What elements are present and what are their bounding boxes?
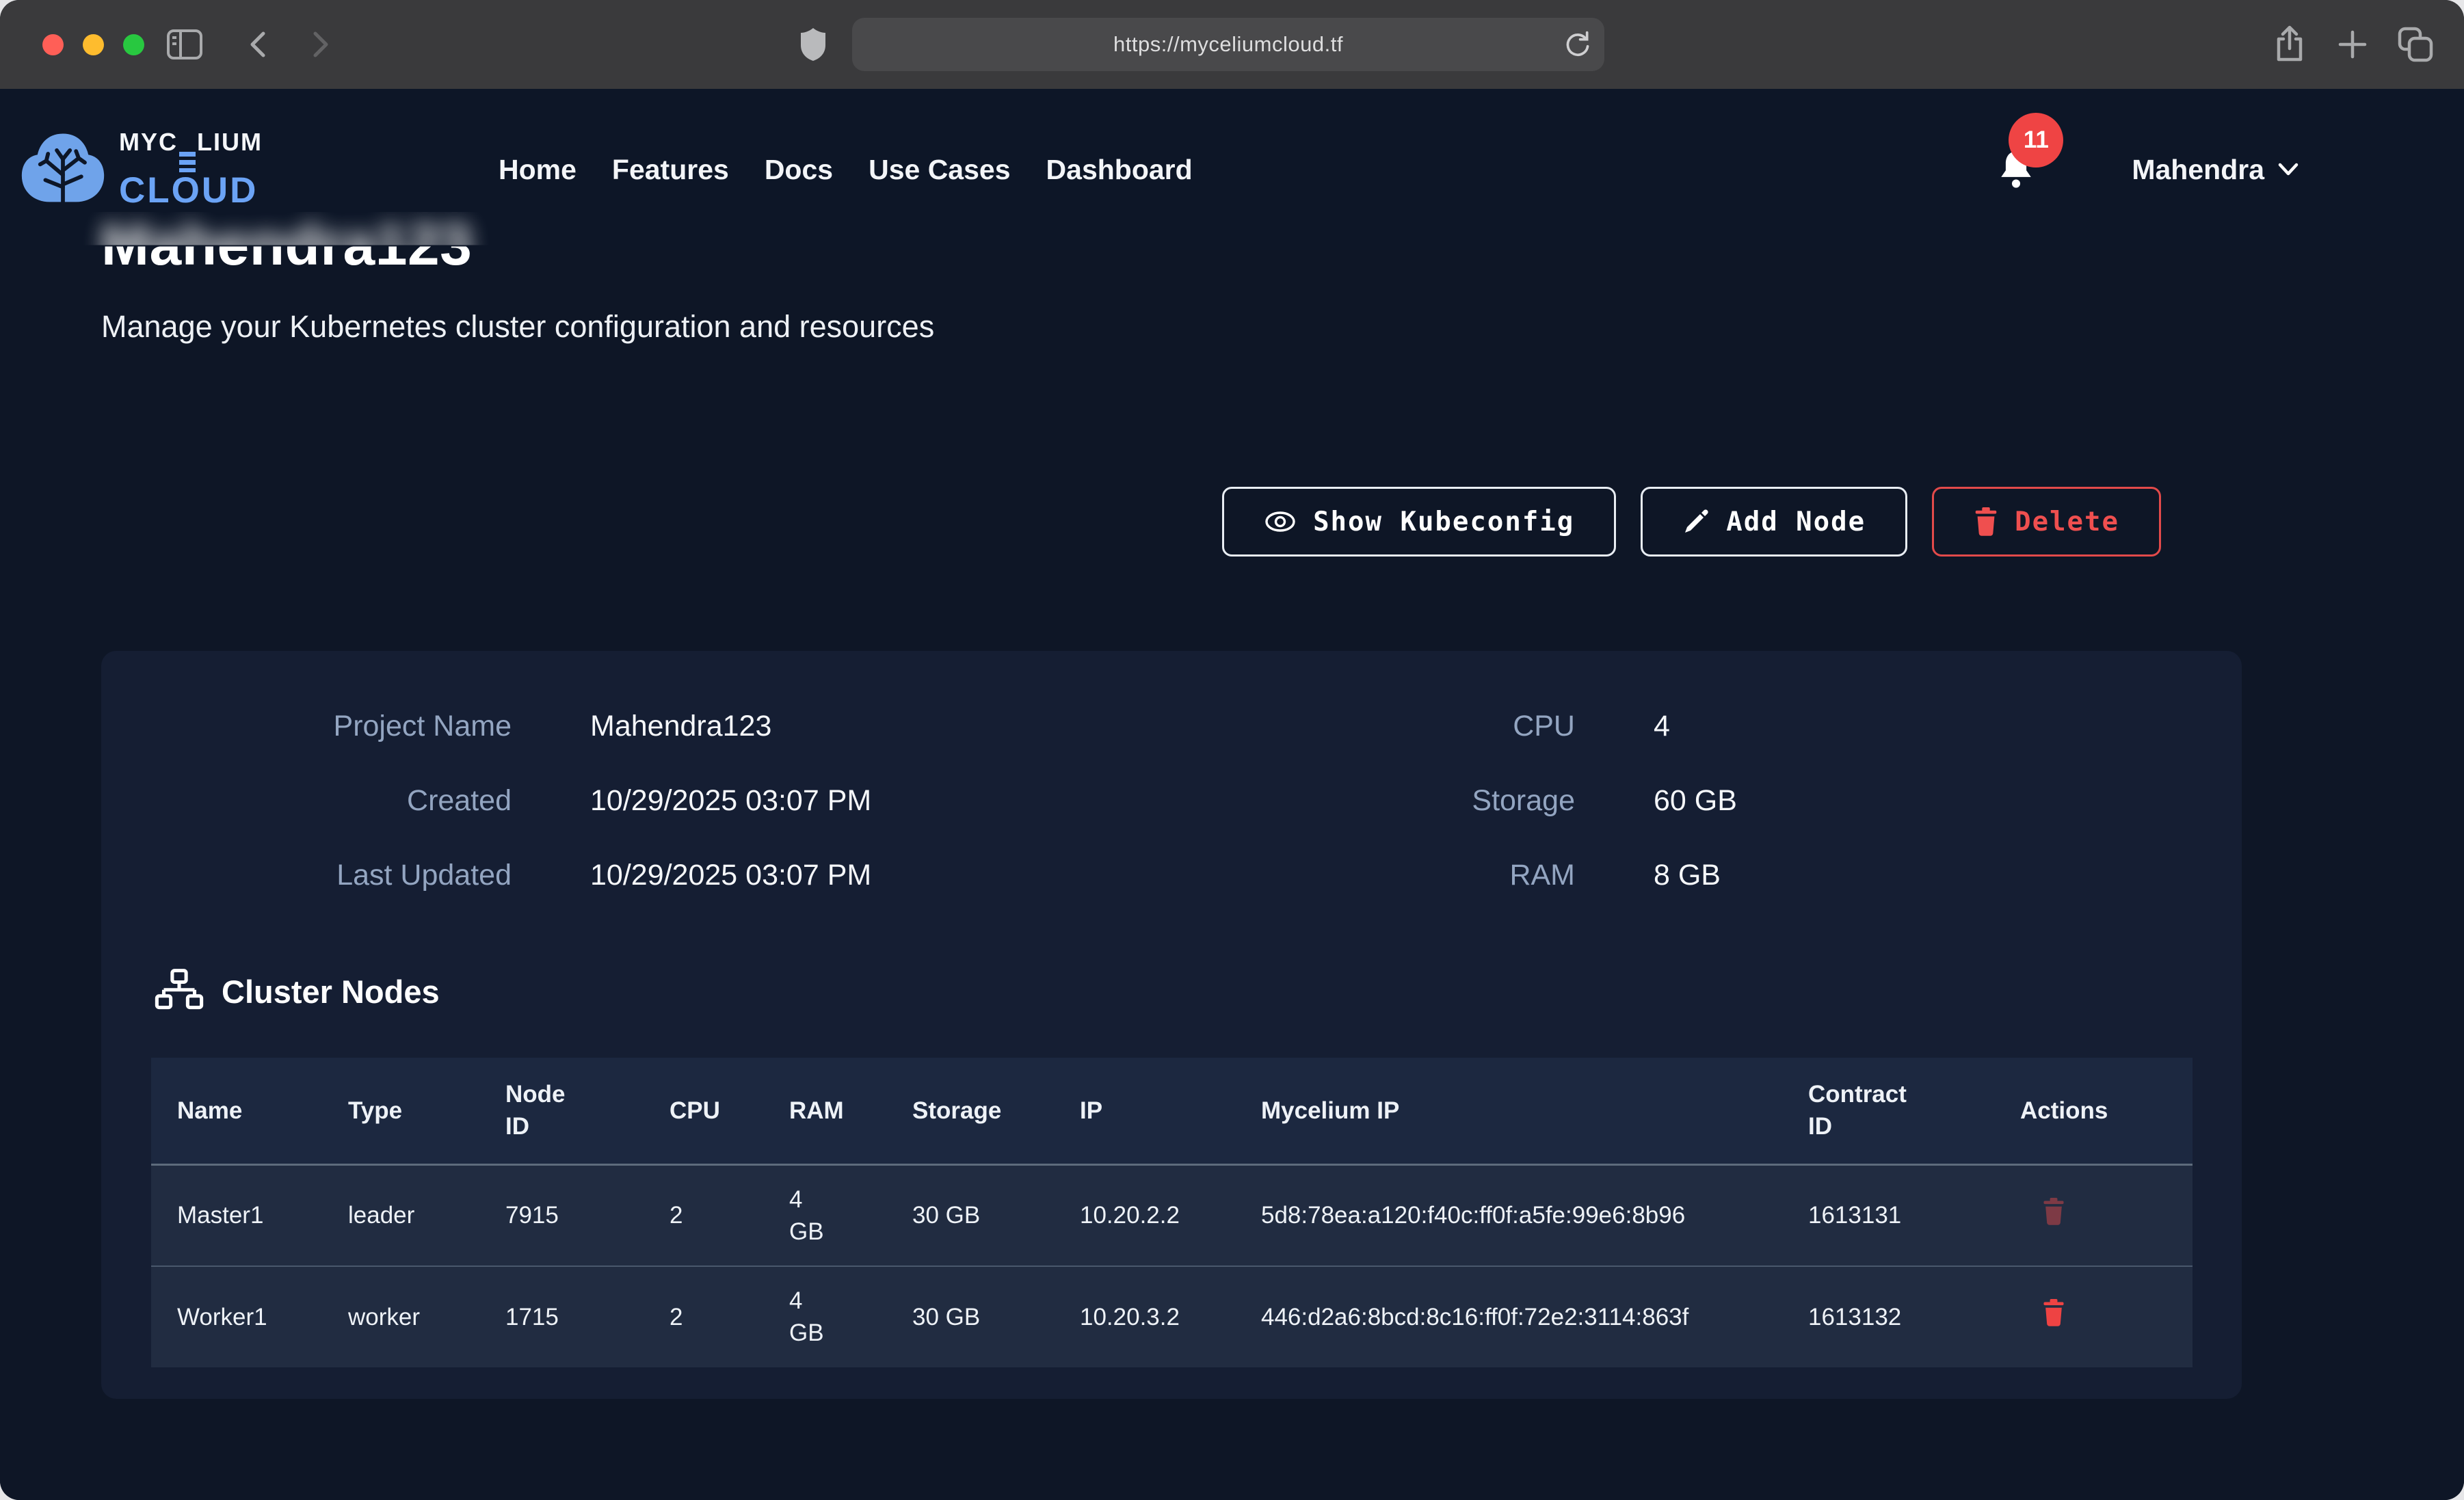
created-label: Created — [101, 784, 512, 818]
nav-item-home[interactable]: Home — [499, 154, 577, 186]
nav-item-docs[interactable]: Docs — [765, 154, 833, 186]
nav-item-features[interactable]: Features — [612, 154, 729, 186]
back-button-icon[interactable] — [245, 0, 272, 89]
node-ram: 4 GB — [763, 1164, 886, 1266]
eye-icon — [1264, 509, 1297, 534]
browser-window: https://myceliumcloud.tf — [0, 0, 2464, 1500]
privacy-shield-icon[interactable] — [799, 0, 827, 89]
nav-links: Home Features Docs Use Cases Dashboard — [499, 154, 1193, 186]
brand-name-bottom: CLOUD — [119, 172, 263, 209]
user-menu[interactable]: Mahendra — [2132, 154, 2300, 186]
node-ram: 4 GB — [763, 1266, 886, 1367]
node-ip: 10.20.3.2 — [1054, 1266, 1235, 1367]
page-header: Mahendra123 Mahendra123 Manage your Kube… — [0, 250, 2464, 345]
cluster-actions-toolbar: Show Kubeconfig Add Node — [0, 487, 2464, 557]
col-header-contract-id: Contract ID — [1782, 1058, 1994, 1164]
nav-item-dashboard[interactable]: Dashboard — [1046, 154, 1193, 186]
page-subtitle: Manage your Kubernetes cluster configura… — [101, 309, 2464, 345]
node-name: Master1 — [151, 1164, 322, 1266]
chevron-down-icon — [2277, 161, 2300, 178]
cluster-nodes-title: Cluster Nodes — [222, 973, 440, 1010]
delete-cluster-button[interactable]: Delete — [1932, 487, 2161, 557]
trash-icon — [2042, 1198, 2065, 1225]
new-tab-icon[interactable] — [2335, 0, 2370, 89]
last-updated-label: Last Updated — [101, 859, 512, 892]
node-mycelium-ip: 446:d2a6:8bcd:8c16:ff0f:72e2:3114:863f — [1235, 1266, 1782, 1367]
cluster-hierarchy-icon — [155, 969, 204, 1014]
col-header-ram: RAM — [763, 1058, 886, 1164]
col-header-actions: Actions — [1994, 1058, 2193, 1164]
table-header-row: Name Type Node ID CPU RAM Storage IP Myc… — [151, 1058, 2193, 1164]
reload-icon[interactable] — [1562, 29, 1592, 59]
node-contract-id: 1613131 — [1782, 1164, 1994, 1266]
pencil-icon — [1682, 508, 1710, 535]
share-icon[interactable] — [2272, 0, 2307, 89]
col-header-cpu: CPU — [644, 1058, 763, 1164]
node-storage: 30 GB — [886, 1164, 1054, 1266]
trash-icon — [1974, 507, 1998, 536]
node-type: leader — [322, 1164, 479, 1266]
trash-icon — [2042, 1299, 2065, 1326]
col-header-storage: Storage — [886, 1058, 1054, 1164]
project-name-label: Project Name — [101, 710, 512, 743]
last-updated-value: 10/29/2025 03:07 PM — [590, 859, 1274, 892]
storage-label: Storage — [1353, 784, 1575, 818]
node-contract-id: 1613132 — [1782, 1266, 1994, 1367]
cpu-label: CPU — [1353, 710, 1575, 743]
zoom-window-button[interactable] — [123, 34, 144, 55]
node-cpu: 2 — [644, 1266, 763, 1367]
show-kubeconfig-button[interactable]: Show Kubeconfig — [1222, 487, 1616, 557]
cluster-nodes-heading: Cluster Nodes — [155, 969, 2242, 1014]
project-name-value: Mahendra123 — [590, 710, 1274, 743]
traffic-lights — [42, 34, 144, 55]
address-bar[interactable]: https://myceliumcloud.tf — [852, 18, 1604, 71]
col-header-mycelium-ip: Mycelium IP — [1235, 1058, 1782, 1164]
node-actions — [1994, 1266, 2193, 1367]
forward-button-icon[interactable] — [306, 0, 334, 89]
node-ip: 10.20.2.2 — [1054, 1164, 1235, 1266]
table-row: Worker1 worker 1715 2 4 GB 30 GB 10.20.3… — [151, 1266, 2193, 1367]
notifications-button[interactable]: 11 — [1996, 148, 2036, 191]
page-viewport: MYCELIUM CLOUD Home Features Docs Use Ca… — [0, 89, 2464, 1500]
ram-label: RAM — [1353, 859, 1575, 892]
tab-overview-icon[interactable] — [2396, 0, 2435, 89]
storage-value: 60 GB — [1654, 784, 2242, 818]
browser-chrome: https://myceliumcloud.tf — [0, 0, 2464, 89]
mycelium-cloud-logo-icon — [19, 129, 107, 210]
add-node-button[interactable]: Add Node — [1641, 487, 1907, 557]
url-text: https://myceliumcloud.tf — [1113, 32, 1343, 57]
delete-node-button[interactable] — [2020, 1198, 2065, 1225]
node-cpu: 2 — [644, 1164, 763, 1266]
brand-logo[interactable]: MYCELIUM CLOUD — [19, 129, 263, 210]
created-value: 10/29/2025 03:07 PM — [590, 784, 1274, 818]
col-header-node-id: Node ID — [479, 1058, 644, 1164]
nodes-table-wrap: Name Type Node ID CPU RAM Storage IP Myc… — [151, 1058, 2193, 1367]
user-name: Mahendra — [2132, 154, 2264, 186]
brand-name-top: MYCELIUM — [119, 130, 263, 172]
node-actions — [1994, 1164, 2193, 1266]
cpu-value: 4 — [1654, 710, 2242, 743]
project-info-grid: Project Name Mahendra123 CPU 4 Created 1… — [101, 710, 2242, 892]
minimize-window-button[interactable] — [83, 34, 104, 55]
node-id: 1715 — [479, 1266, 644, 1367]
brand-e-bars: E — [179, 152, 196, 172]
nav-item-use-cases[interactable]: Use Cases — [869, 154, 1010, 186]
notification-badge: 11 — [2009, 113, 2063, 168]
col-header-type: Type — [322, 1058, 479, 1164]
table-row: Master1 leader 7915 2 4 GB 30 GB 10.20.2… — [151, 1164, 2193, 1266]
node-id: 7915 — [479, 1164, 644, 1266]
node-name: Worker1 — [151, 1266, 322, 1367]
nodes-table: Name Type Node ID CPU RAM Storage IP Myc… — [151, 1058, 2193, 1367]
node-type: worker — [322, 1266, 479, 1367]
project-details-panel: Project Name Mahendra123 CPU 4 Created 1… — [101, 651, 2242, 1399]
close-window-button[interactable] — [42, 34, 64, 55]
node-mycelium-ip: 5d8:78ea:a120:f40c:ff0f:a5fe:99e6:8b96 — [1235, 1164, 1782, 1266]
col-header-name: Name — [151, 1058, 322, 1164]
delete-node-button[interactable] — [2020, 1299, 2065, 1326]
ram-value: 8 GB — [1654, 859, 2242, 892]
node-storage: 30 GB — [886, 1266, 1054, 1367]
col-header-ip: IP — [1054, 1058, 1235, 1164]
sidebar-toggle-icon[interactable] — [166, 0, 203, 89]
